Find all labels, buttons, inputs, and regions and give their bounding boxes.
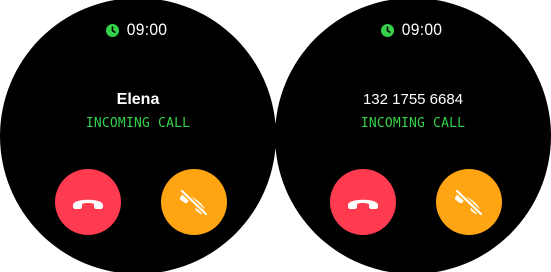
phone-muted-icon (177, 187, 211, 217)
caller-number: 132 1755 6684 (362, 91, 464, 108)
phone-hangup-icon (71, 194, 105, 210)
caller-name: Elena (116, 91, 160, 108)
watch-screen-unknown-caller: 09:00 132 1755 6684 INCOMING CALL (275, 0, 551, 272)
mute-call-button[interactable] (161, 169, 227, 235)
call-status-label: INCOMING CALL (360, 116, 466, 131)
status-time: 09:00 (402, 20, 443, 39)
status-bar: 09:00 (275, 20, 551, 40)
watch-screen-named-caller: 09:00 Elena INCOMING CALL (0, 0, 276, 272)
call-status-label: INCOMING CALL (85, 116, 191, 131)
clock-icon (106, 23, 120, 37)
decline-call-button[interactable] (330, 169, 396, 235)
mute-call-button[interactable] (436, 169, 502, 235)
status-time: 09:00 (127, 20, 168, 39)
status-bar: 09:00 (0, 20, 276, 40)
clock-icon (381, 23, 395, 37)
phone-muted-icon (452, 187, 486, 217)
decline-call-button[interactable] (55, 169, 121, 235)
screenshot-stage: 09:00 Elena INCOMING CALL 09:00 132 1755… (0, 0, 551, 272)
phone-hangup-icon (346, 194, 380, 210)
